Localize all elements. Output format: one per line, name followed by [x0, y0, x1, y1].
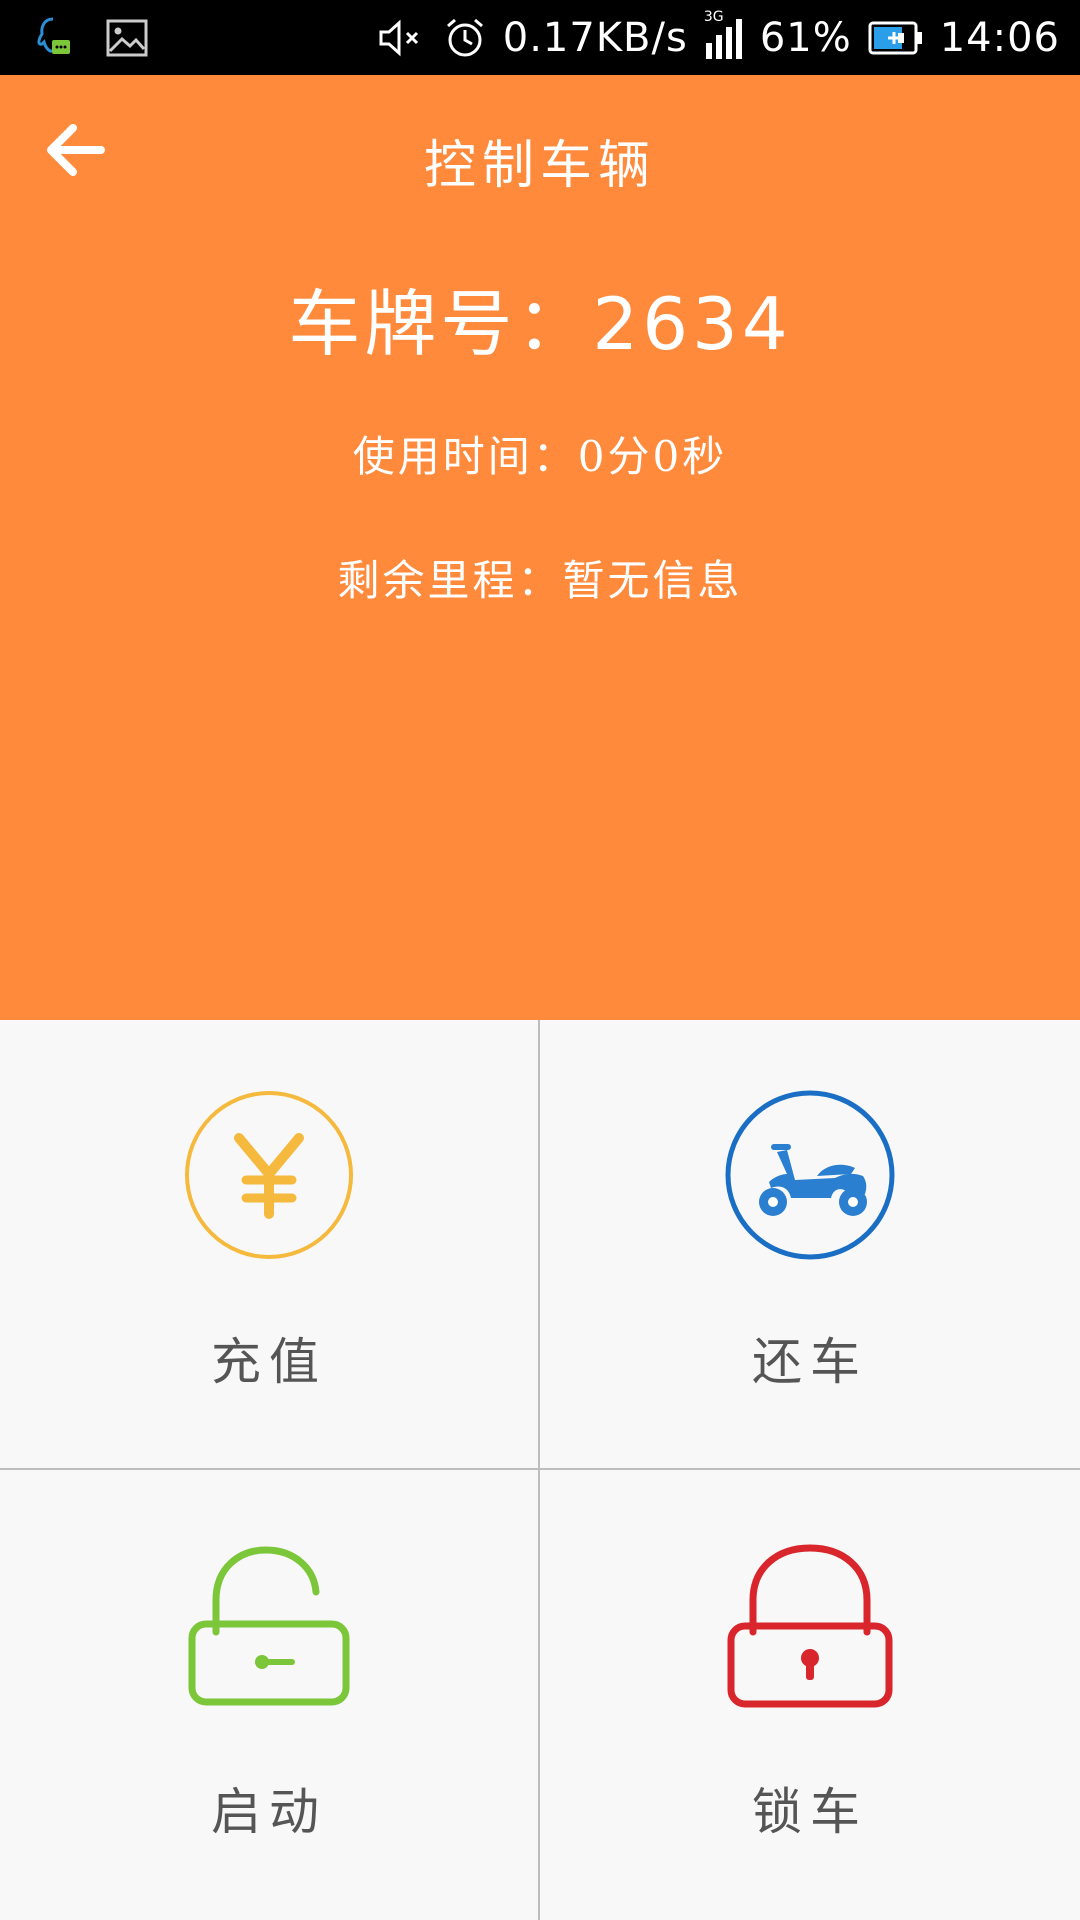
start-label: 启动 [211, 1783, 327, 1841]
qq-notification-icon [34, 16, 72, 60]
plate-number-line: 车牌号：2634 [0, 265, 1080, 370]
start-button[interactable]: 启动 [0, 1470, 540, 1920]
status-bar: 0.17KB/s 3G 61% 14:06 [0, 0, 1080, 75]
recharge-button[interactable]: 充值 [0, 1020, 540, 1470]
vehicle-info-header: 控制车辆 车牌号：2634 使用时间：0分0秒 剩余里程：暂无信息 [0, 75, 1080, 1020]
image-notification-icon [106, 19, 148, 57]
battery-charging-icon [868, 21, 924, 55]
return-vehicle-button[interactable]: 还车 [540, 1020, 1080, 1470]
alarm-icon [443, 16, 487, 60]
unlock-icon [184, 1540, 354, 1710]
return-vehicle-label: 还车 [752, 1333, 868, 1391]
network-type: 3G [703, 8, 724, 25]
mute-icon [377, 17, 427, 59]
recharge-label: 充值 [211, 1333, 327, 1391]
scooter-icon [725, 1090, 895, 1260]
network-speed: 0.17KB/s [502, 14, 688, 61]
lock-vehicle-label: 锁车 [752, 1783, 868, 1841]
page-title: 控制车辆 [423, 136, 656, 196]
battery-percent: 61% [759, 14, 852, 61]
signal-icon: 3G [704, 9, 744, 61]
lock-vehicle-button[interactable]: 锁车 [540, 1470, 1080, 1920]
remaining-range: 剩余里程：暂无信息 [337, 556, 743, 605]
plate-number: 2634 [592, 282, 792, 366]
usage-time: 使用时间：0分0秒 [352, 432, 728, 481]
plate-label: 车牌号： [288, 282, 593, 366]
clock: 14:06 [939, 14, 1060, 61]
lock-icon [725, 1540, 895, 1710]
yen-icon [184, 1090, 354, 1260]
action-grid: 充值 还车 启动 锁车 [0, 1020, 1080, 1920]
